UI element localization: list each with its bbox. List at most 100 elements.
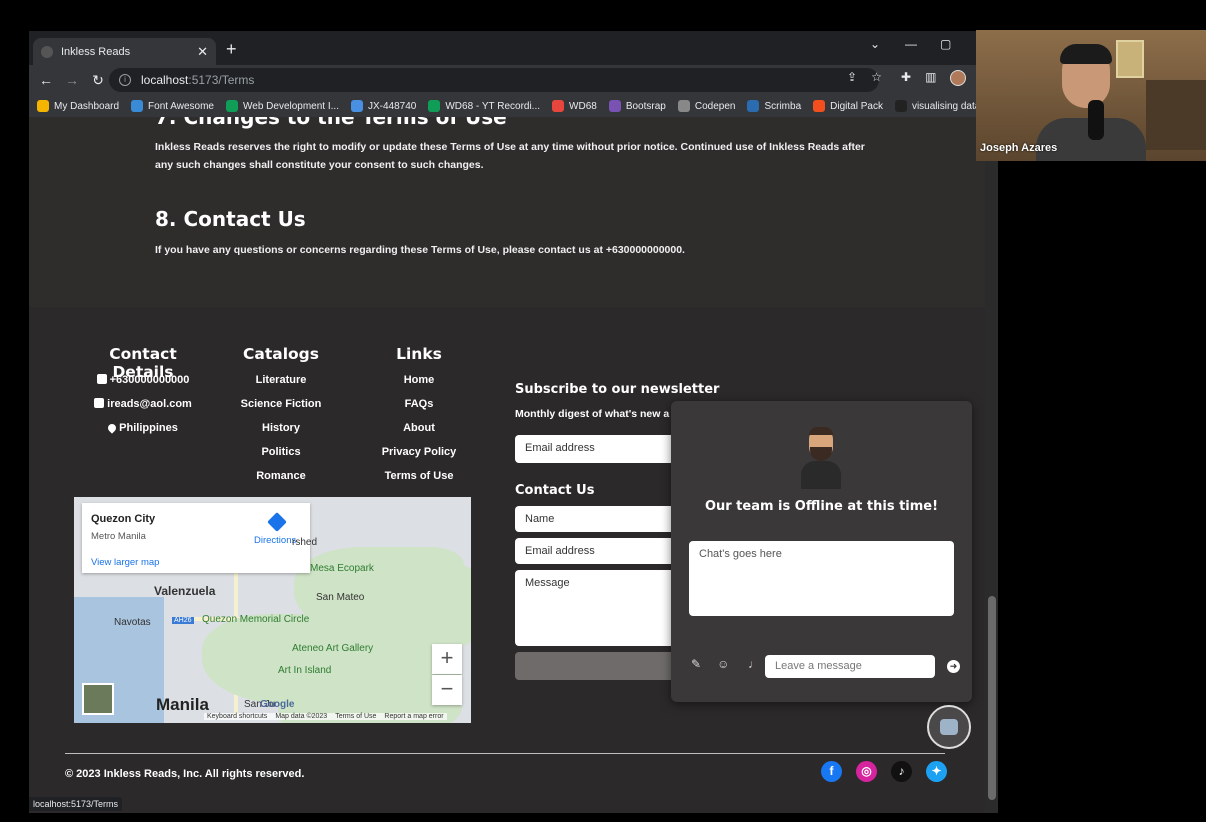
- webcam-painting: [1116, 40, 1144, 78]
- contact-phone[interactable]: +630000000000: [85, 374, 201, 386]
- map-terms-link[interactable]: Terms of Use: [335, 713, 376, 720]
- profile-avatar[interactable]: [950, 70, 967, 86]
- browser-toolbar: ← → ↻ i localhost :5173/Terms: [29, 65, 985, 95]
- page-viewport: 7. Changes to the Terms of Use Inkless R…: [29, 117, 985, 813]
- footer-link-privacy-policy[interactable]: Privacy Policy: [369, 446, 469, 458]
- catalogs-title: Catalogs: [243, 345, 319, 363]
- back-icon[interactable]: ←: [33, 72, 59, 88]
- page-scrollbar-thumb[interactable]: [988, 596, 996, 800]
- view-larger-map-link[interactable]: View larger map: [91, 557, 159, 568]
- footer-divider: [65, 753, 945, 754]
- tab-title: Inkless Reads: [61, 45, 131, 58]
- mail-icon: [94, 398, 105, 408]
- catalog-link-science-fiction[interactable]: Science Fiction: [231, 398, 331, 410]
- map-data-text: Map data ©2023: [275, 713, 328, 720]
- bookmark-label: WD68: [569, 100, 597, 112]
- links-title: Links: [396, 345, 442, 363]
- circle-icon: [552, 100, 565, 112]
- facebook-icon[interactable]: f: [821, 761, 842, 782]
- chat-message-input[interactable]: Leave a message: [765, 655, 935, 678]
- send-arrow-icon[interactable]: ➜: [947, 660, 960, 673]
- bookmark-item[interactable]: Bootsrap: [608, 100, 666, 112]
- footer-link-faqs[interactable]: FAQs: [369, 398, 469, 410]
- location-pin-icon: [106, 422, 118, 434]
- chat-toggle-button[interactable]: [927, 705, 971, 749]
- browser-window: Inkless Reads ✕ + ⌄ — ▢ ← → ↻ i localhos…: [29, 31, 985, 813]
- chat-message-area[interactable]: Chat's goes here: [689, 541, 954, 616]
- catalog-link-romance[interactable]: Romance: [231, 470, 331, 482]
- bookmark-label: My Dashboard: [54, 100, 120, 112]
- tab-close-icon[interactable]: ✕: [197, 44, 208, 60]
- report-map-error-link[interactable]: Report a map error: [384, 713, 443, 720]
- map-label: Valenzuela: [154, 584, 216, 598]
- extensions-icon[interactable]: ✚: [901, 70, 911, 86]
- reload-icon[interactable]: ↻: [85, 72, 111, 89]
- bookmark-item[interactable]: Codepen: [677, 100, 735, 112]
- bookmark-label: Scrimba: [764, 100, 802, 112]
- bookmark-label: JX-448740: [367, 100, 417, 112]
- tab-inkless-reads[interactable]: Inkless Reads ✕: [33, 38, 216, 65]
- codepen-icon: [677, 100, 690, 112]
- map-zoom-out-button[interactable]: −: [432, 675, 462, 705]
- section-8-title: 8. Contact Us: [155, 207, 306, 231]
- bookmark-star-icon[interactable]: ☆: [871, 70, 882, 84]
- bookmark-item[interactable]: JX-448740: [350, 100, 417, 112]
- catalog-link-history[interactable]: History: [231, 422, 331, 434]
- instagram-icon[interactable]: ◎: [856, 761, 877, 782]
- section-8-body: If you have any questions or concerns re…: [155, 244, 685, 256]
- newsletter-subtitle: Monthly digest of what's new a: [515, 408, 670, 420]
- bookmark-item[interactable]: Font Awesome: [131, 100, 214, 112]
- tiktok-icon[interactable]: ♪: [891, 761, 912, 782]
- share-icon[interactable]: ⇪: [847, 70, 857, 84]
- map-satellite-toggle[interactable]: [82, 683, 114, 715]
- contact-email[interactable]: ireads@aol.com: [85, 398, 201, 410]
- new-tab-icon[interactable]: +: [226, 39, 237, 60]
- bookmark-item[interactable]: My Dashboard: [37, 100, 119, 112]
- footer-link-terms-of-use[interactable]: Terms of Use: [369, 470, 469, 482]
- chat-status-text: Our team is Offline at this time!: [704, 499, 939, 514]
- catalog-link-politics[interactable]: Politics: [231, 446, 331, 458]
- chat-tools: ✎ ☺: [691, 657, 729, 671]
- map-label: rshed: [292, 537, 318, 548]
- bookmark-item[interactable]: Digital Pack: [813, 100, 883, 112]
- microphone-icon[interactable]: ♩: [748, 657, 760, 671]
- va-icon: [894, 100, 907, 112]
- directions-icon[interactable]: [267, 512, 287, 532]
- bookmark-item[interactable]: visualising data stru...: [894, 100, 985, 112]
- address-bar[interactable]: i localhost :5173/Terms: [109, 68, 879, 92]
- bookmark-item[interactable]: Scrimba: [747, 100, 801, 112]
- globe-icon: [350, 100, 363, 112]
- map-zoom-in-button[interactable]: +: [432, 644, 462, 674]
- map-label: Manila: [156, 695, 209, 714]
- forward-icon[interactable]: →: [59, 72, 85, 88]
- bookmark-item[interactable]: WD68 - YT Recordi...: [428, 100, 540, 112]
- map-attribution: Keyboard shortcuts Map data ©2023 Terms …: [204, 713, 447, 720]
- attachment-icon[interactable]: ✎: [691, 657, 701, 671]
- bookmark-item[interactable]: Web Development I...: [226, 100, 339, 112]
- embedded-map[interactable]: Quezon City Metro Manila View larger map…: [74, 497, 471, 723]
- twitter-icon[interactable]: ✦: [926, 761, 947, 782]
- section-7-title: 7. Changes to the Terms of Use: [155, 117, 507, 129]
- directions-link[interactable]: Directions: [254, 535, 296, 546]
- footer-link-home[interactable]: Home: [369, 374, 469, 386]
- flag-icon: [131, 100, 144, 112]
- side-panel-icon[interactable]: ▥: [925, 70, 936, 86]
- minimize-icon[interactable]: —: [905, 37, 917, 51]
- chat-widget: Our team is Offline at this time! Chat's…: [671, 401, 972, 702]
- tab-strip: Inkless Reads ✕ + ⌄ — ▢: [29, 31, 985, 65]
- emoji-icon[interactable]: ☺: [717, 657, 729, 671]
- keyboard-shortcuts-link[interactable]: Keyboard shortcuts: [207, 713, 267, 720]
- tab-search-icon[interactable]: ⌄: [870, 37, 880, 51]
- map-label: San Mateo: [316, 592, 365, 603]
- catalog-link-literature[interactable]: Literature: [231, 374, 331, 386]
- bookmark-label: Font Awesome: [148, 100, 214, 112]
- contact-us-title: Contact Us: [515, 483, 595, 498]
- site-info-icon[interactable]: i: [119, 74, 131, 86]
- bookmarks-bar: My Dashboard Font Awesome Web Development …: [29, 95, 985, 117]
- newsletter-title: Subscribe to our newsletter: [515, 382, 720, 397]
- sheets-icon: [226, 100, 238, 112]
- bookmark-item[interactable]: WD68: [552, 100, 597, 112]
- footer-link-about[interactable]: About: [369, 422, 469, 434]
- contact-location-text: Philippines: [119, 422, 178, 434]
- maximize-icon[interactable]: ▢: [940, 37, 951, 51]
